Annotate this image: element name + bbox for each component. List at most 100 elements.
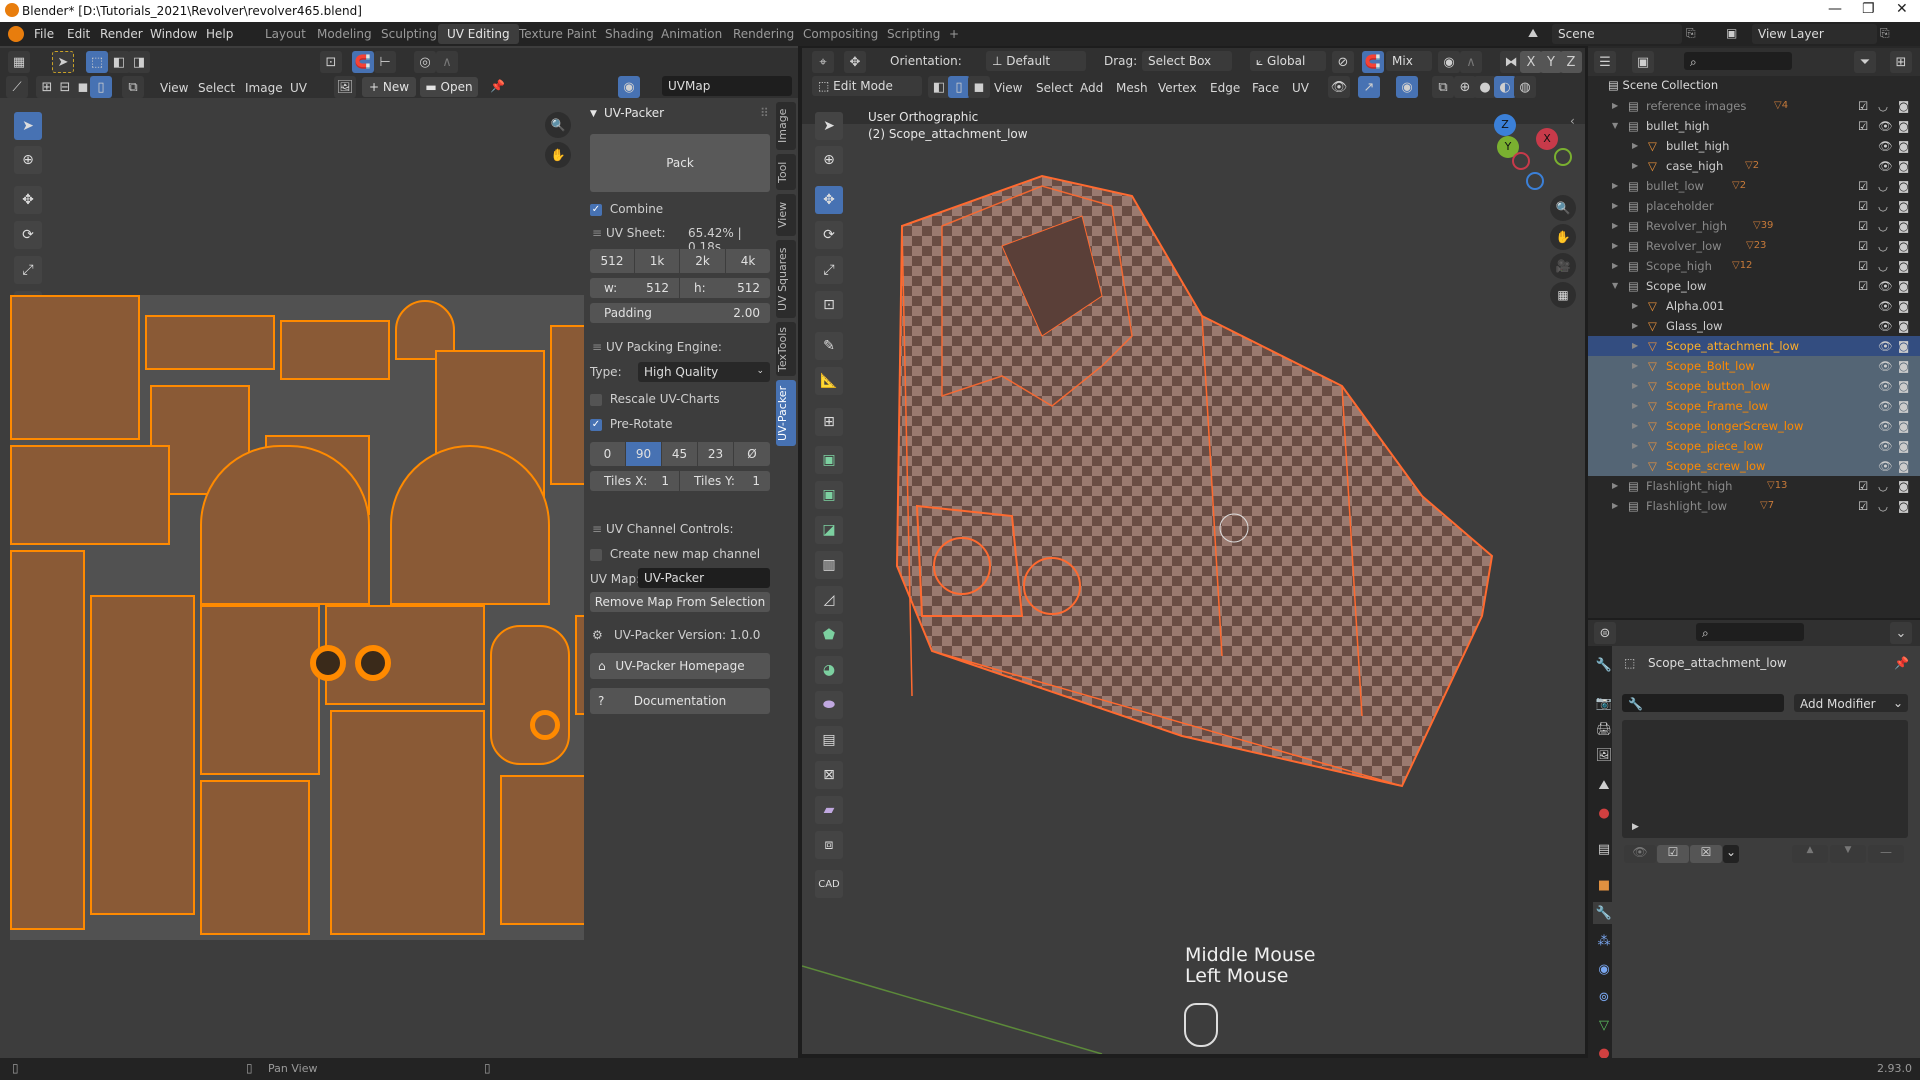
modifier-tab-icon[interactable]: 🔧 <box>1593 902 1615 924</box>
exclude-checkbox[interactable]: ☑ <box>1858 96 1868 116</box>
expand-icon[interactable]: ▶ <box>1632 336 1638 356</box>
vp-tool-edge-slide-icon[interactable]: ▤ <box>815 726 843 754</box>
new-view-layer-icon[interactable]: ⎘ <box>1880 26 1890 41</box>
viewport-menu-edge[interactable]: Edge <box>1210 81 1240 95</box>
uv-packer-header[interactable]: ▼ UV-Packer ⠿ <box>584 106 774 124</box>
outliner-row[interactable]: ▶ ▽ Scope_attachment_low 👁 ◙ <box>1588 336 1920 356</box>
tool-select-box-icon[interactable]: ➤ <box>14 112 42 140</box>
modifier-list[interactable] <box>1622 720 1908 838</box>
viewport-proportional-icon[interactable]: ◉ <box>1438 51 1460 73</box>
render-camera-icon[interactable]: ◙ <box>1898 316 1909 336</box>
snap-target-icon[interactable]: ⊢ <box>374 51 396 73</box>
sidebar-tab-view[interactable]: View <box>776 194 796 236</box>
expand-icon[interactable]: ▶ <box>1612 496 1618 516</box>
exclude-checkbox[interactable]: ☑ <box>1858 236 1868 256</box>
rotation-option-23[interactable]: 23 <box>698 442 733 466</box>
outliner-row[interactable]: ▶ ▤ Flashlight_high ▽13 ☑ ◡ ◙ <box>1588 476 1920 496</box>
expand-icon[interactable]: ▶ <box>1632 436 1638 456</box>
delete-all-button[interactable]: ☒ <box>1690 845 1722 863</box>
height-field[interactable]: h: 512 <box>680 278 770 298</box>
documentation-button[interactable]: ? Documentation <box>590 688 770 714</box>
render-tab-icon[interactable]: 📷 <box>1593 692 1615 714</box>
vp-tool-shear-icon[interactable]: ▰ <box>815 796 843 824</box>
orientation-dropdown[interactable]: ⊥ Default <box>986 51 1086 71</box>
expand-icon[interactable]: ▶ <box>1632 316 1638 336</box>
editor-type-icon[interactable]: ▦ <box>8 51 30 73</box>
mirror-icon[interactable]: ⧓ <box>1500 51 1522 73</box>
gizmo-z-axis[interactable]: Z <box>1494 114 1516 136</box>
render-camera-icon[interactable]: ◙ <box>1898 476 1909 496</box>
expand-icon[interactable]: ▶ <box>1612 196 1618 216</box>
render-camera-icon[interactable]: ◙ <box>1898 276 1909 296</box>
properties-search[interactable]: ⌕ <box>1696 623 1804 641</box>
exclude-checkbox[interactable]: ☑ <box>1858 276 1868 296</box>
menu-render[interactable]: Render <box>100 27 143 41</box>
expand-icon[interactable]: ▶ <box>1632 296 1638 316</box>
vp-camera-icon[interactable]: 🎥 <box>1550 253 1576 279</box>
falloff-icon[interactable]: ∧ <box>436 51 458 73</box>
tab-compositing[interactable]: Compositing <box>794 24 887 44</box>
render-camera-icon[interactable]: ◙ <box>1898 136 1909 156</box>
exclude-checkbox[interactable]: ☑ <box>1858 256 1868 276</box>
outliner-row[interactable]: ▶ ▤ Flashlight_low ▽7 ☑ ◡ ◙ <box>1588 496 1920 516</box>
tab-texture-paint[interactable]: Texture Paint <box>510 24 605 44</box>
tool-settings-tab-icon[interactable]: 🔧 <box>1593 654 1615 676</box>
maximize-button[interactable]: ❐ <box>1862 1 1875 17</box>
more-options-icon[interactable]: ⌄ <box>1723 845 1739 863</box>
width-field[interactable]: w: 512 <box>590 278 679 298</box>
expand-icon[interactable]: ▶ <box>1632 376 1638 396</box>
render-camera-icon[interactable]: ◙ <box>1898 396 1909 416</box>
outliner-row[interactable]: ▶ ▤ bullet_low ▽2 ☑ ◡ ◙ <box>1588 176 1920 196</box>
tool-scale-icon[interactable]: ⤢ <box>14 256 42 284</box>
expand-arrow-icon[interactable]: ▶ <box>1632 822 1639 832</box>
vertex-mode-icon[interactable]: ◧ <box>928 76 950 98</box>
pin-object-icon[interactable]: 📌 <box>1894 656 1909 670</box>
visibility-eye-icon[interactable]: ◡ <box>1878 216 1888 236</box>
vp-tool-annotate-icon[interactable]: ✎ <box>815 332 843 360</box>
vp-tool-add-cube-icon[interactable]: ⊞ <box>815 408 843 436</box>
select-mode-extend-icon[interactable]: ◧ <box>108 51 130 73</box>
viewport-menu-view[interactable]: View <box>994 81 1022 95</box>
visibility-eye-icon[interactable]: ◡ <box>1878 256 1888 276</box>
rescale-checkbox[interactable]: Rescale UV-Charts <box>590 392 720 406</box>
shading-material-icon[interactable]: ◐ <box>1494 76 1516 98</box>
render-camera-icon[interactable]: ◙ <box>1898 376 1909 396</box>
modifier-search[interactable]: 🔧 <box>1622 694 1784 712</box>
world-tab-icon[interactable]: ● <box>1593 802 1615 824</box>
properties-editor-icon[interactable]: ⊜ <box>1594 622 1616 644</box>
new-image-button[interactable]: + New <box>362 77 416 97</box>
outliner-row[interactable]: ▶ ▽ Alpha.001 👁 ◙ <box>1588 296 1920 316</box>
outliner-search[interactable]: ⌕ <box>1684 52 1792 70</box>
rotation-option-45[interactable]: 45 <box>662 442 697 466</box>
outliner-row[interactable]: ▶ ▽ Scope_Frame_low 👁 ◙ <box>1588 396 1920 416</box>
menu-window[interactable]: Window <box>150 27 197 41</box>
tab-rendering[interactable]: Rendering <box>724 24 803 44</box>
outliner-editor-icon[interactable]: ☰ <box>1594 51 1616 73</box>
pack-button[interactable]: Pack <box>590 134 770 192</box>
render-camera-icon[interactable]: ◙ <box>1898 216 1909 236</box>
drag-handle-icon[interactable]: ⠿ <box>760 106 769 120</box>
snap-mode-dropdown[interactable]: Mix <box>1386 51 1432 71</box>
outliner-row[interactable]: ▶ ▤ reference images ▽4 ☑ ◡ ◙ <box>1588 96 1920 116</box>
axis-y-toggle[interactable]: Y <box>1540 51 1562 73</box>
vp-zoom-icon[interactable]: 🔍 <box>1550 195 1576 221</box>
tiles-x-field[interactable]: Tiles X: 1 <box>590 471 679 491</box>
outliner-row[interactable]: ▶ ▽ Scope_button_low 👁 ◙ <box>1588 376 1920 396</box>
add-workspace-button[interactable]: + <box>940 24 968 44</box>
visibility-eye-icon[interactable]: 👁 <box>1878 356 1893 376</box>
uv-menu-image[interactable]: Image <box>245 81 283 95</box>
vp-pan-icon[interactable]: ✋ <box>1550 224 1576 250</box>
viewport-menu-uv[interactable]: UV <box>1292 81 1309 95</box>
vp-tool-scale-icon[interactable]: ⤢ <box>815 256 843 284</box>
gizmo-neg-z-axis[interactable] <box>1526 172 1544 190</box>
visibility-eye-icon[interactable]: ◡ <box>1878 196 1888 216</box>
view-layer-tab-icon[interactable]: 🖼 <box>1593 744 1615 766</box>
toggle-visibility-button[interactable]: 👁 <box>1624 845 1656 863</box>
collapse-icon[interactable]: ▼ <box>1612 276 1618 296</box>
constraints-tab-icon[interactable]: ⊚ <box>1593 986 1615 1008</box>
homepage-button[interactable]: ⌂ UV-Packer Homepage <box>590 653 770 679</box>
menu-file[interactable]: File <box>34 27 54 41</box>
remove-button[interactable]: — <box>1868 845 1904 863</box>
render-camera-icon[interactable]: ◙ <box>1898 336 1909 356</box>
pivot-icon[interactable]: ⊡ <box>320 51 342 73</box>
